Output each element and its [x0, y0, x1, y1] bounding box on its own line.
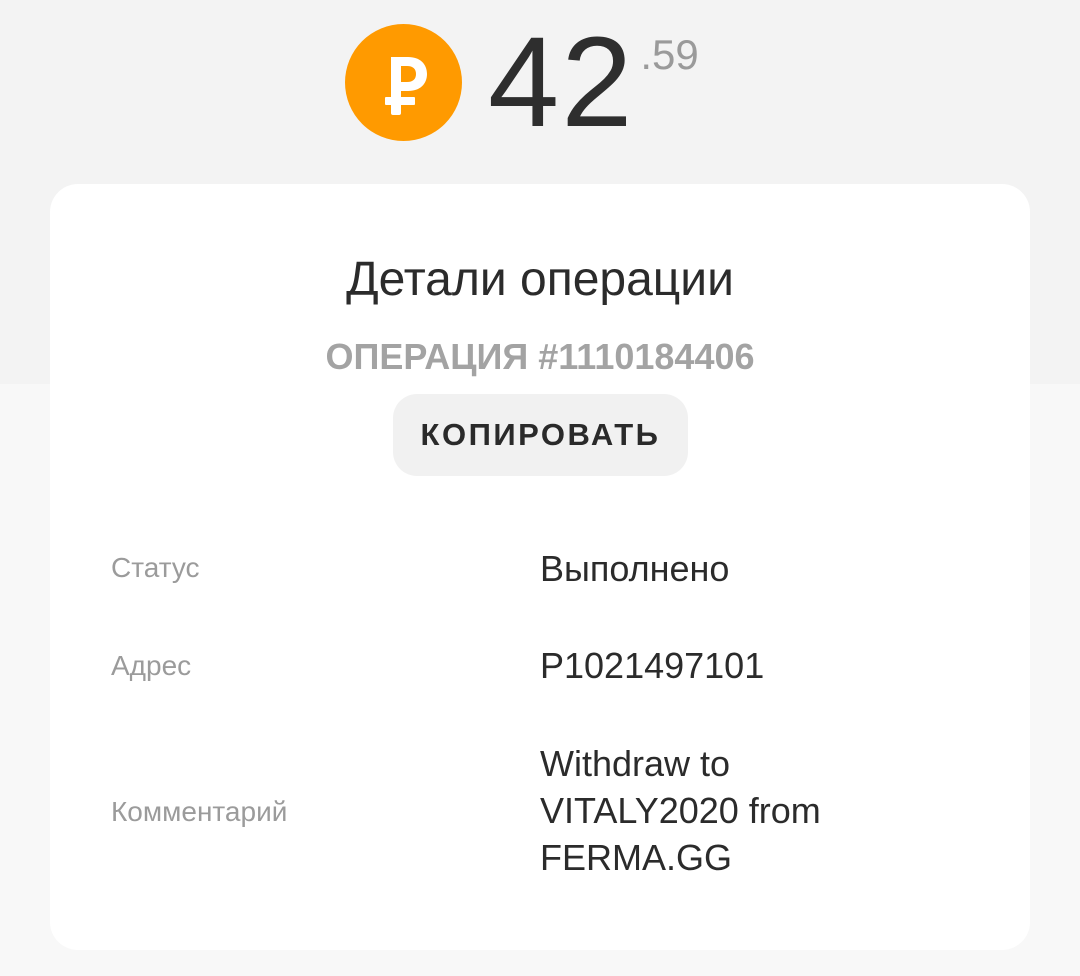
balance-amount-integer: 42: [488, 11, 635, 154]
copy-button[interactable]: КОПИРОВАТЬ: [393, 394, 688, 476]
page-title: Детали операции: [346, 253, 734, 306]
address-value: P1021497101: [540, 645, 765, 686]
balance-amount-decimal: .59: [640, 31, 699, 78]
status-value: Выполнено: [540, 548, 730, 589]
ruble-coin-icon: [345, 24, 462, 141]
address-label: Адрес: [111, 650, 192, 681]
comment-label: Комментарий: [111, 796, 288, 827]
balance-display: 42 .59: [345, 11, 699, 154]
comment-value: Withdraw to VITALY2020 from FERMA.GG: [540, 743, 821, 878]
status-label: Статус: [111, 552, 200, 583]
operation-number: ОПЕРАЦИЯ #1110184406: [325, 336, 755, 377]
